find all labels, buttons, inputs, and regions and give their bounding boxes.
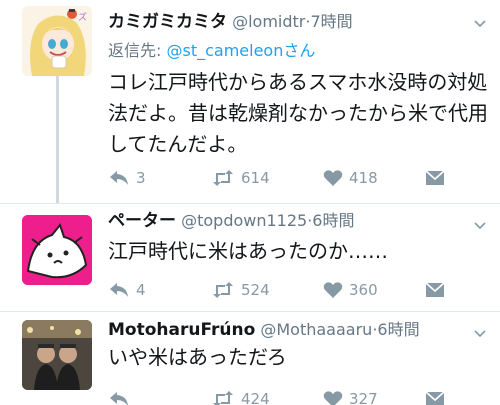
like-count: 418	[349, 169, 378, 187]
user-handle[interactable]: @topdown1125	[181, 211, 307, 230]
reply-context: 返信先: @st_cameleonさん	[108, 40, 315, 62]
retweet-button[interactable]: 424	[211, 388, 270, 405]
envelope-icon	[425, 170, 445, 185]
reply-count: 4	[136, 281, 146, 299]
tweet-1[interactable]: ズ カミガミカミタ @lomidtr·7時間 返信先: @st_cameleon…	[0, 0, 500, 203]
retweet-icon	[213, 391, 233, 405]
reply-icon	[110, 392, 128, 405]
retweet-count: 524	[241, 281, 270, 299]
envelope-icon	[425, 391, 445, 405]
avatar[interactable]	[22, 320, 92, 390]
reply-prefix: 返信先:	[108, 41, 167, 60]
timestamp[interactable]: 7時間	[310, 12, 352, 31]
retweet-count: 614	[241, 169, 270, 187]
retweet-icon	[213, 282, 233, 298]
dm-button[interactable]	[425, 388, 445, 405]
like-button[interactable]: 360	[323, 279, 378, 301]
avatar[interactable]: ズ	[22, 6, 92, 76]
heart-icon	[323, 391, 343, 405]
reply-icon	[110, 171, 128, 185]
tweet-actions: 3 614 418	[108, 167, 460, 189]
reply-button[interactable]: 3	[108, 167, 146, 189]
heart-icon	[323, 170, 343, 186]
retweet-icon	[213, 170, 233, 186]
tweet-text: いや米はあっただろ	[108, 345, 287, 369]
tweet-actions: 424 327	[108, 388, 460, 405]
reply-count: 3	[136, 169, 146, 187]
tweet-3[interactable]: MotoharuFrúno @Mothaaaaru·6時間 いや米はあっただろ …	[0, 311, 500, 405]
user-handle[interactable]: @lomidtr	[232, 12, 305, 31]
retweet-button[interactable]: 524	[211, 279, 270, 301]
chevron-down-icon[interactable]	[474, 20, 486, 28]
like-count: 327	[349, 390, 378, 405]
tweet-header: MotoharuFrúno @Mothaaaaru·6時間	[108, 319, 470, 341]
svg-text:ズ: ズ	[78, 11, 87, 23]
thread-line	[56, 74, 59, 203]
tweet-2[interactable]: ペーター @topdown1125·6時間 江戸時代に米はあったのか…… 4 5…	[0, 203, 500, 311]
retweet-count: 424	[241, 390, 270, 405]
like-count: 360	[349, 281, 378, 299]
tweet-header: カミガミカミタ @lomidtr·7時間	[108, 11, 470, 33]
tweet-text: 江戸時代に米はあったのか……	[108, 239, 388, 263]
chevron-down-icon[interactable]	[474, 222, 486, 230]
reply-icon	[110, 283, 128, 297]
tweet-header: ペーター @topdown1125·6時間	[108, 210, 470, 232]
reply-target-link[interactable]: @st_cameleonさん	[166, 41, 315, 60]
dm-button[interactable]	[425, 167, 445, 189]
envelope-icon	[425, 282, 445, 297]
retweet-button[interactable]: 614	[211, 167, 270, 189]
display-name[interactable]: カミガミカミタ	[108, 12, 227, 32]
timestamp[interactable]: 6時間	[377, 320, 419, 339]
tweet-actions: 4 524 360	[108, 279, 460, 301]
timestamp[interactable]: 6時間	[312, 211, 354, 230]
display-name[interactable]: MotoharuFrúno	[108, 320, 255, 340]
dm-button[interactable]	[425, 279, 445, 301]
chevron-down-icon[interactable]	[474, 330, 486, 338]
user-handle[interactable]: @Mothaaaaru	[260, 320, 372, 339]
reply-button[interactable]: 4	[108, 279, 146, 301]
avatar[interactable]	[22, 215, 92, 285]
like-button[interactable]: 418	[323, 167, 378, 189]
like-button[interactable]: 327	[323, 388, 378, 405]
tweet-text: コレ江戸時代からあるスマホ水没時の対処法だよ。昔は乾燥剤なかったから米で代用して…	[108, 70, 488, 156]
heart-icon	[323, 282, 343, 298]
display-name[interactable]: ペーター	[108, 211, 176, 231]
reply-button[interactable]	[108, 388, 136, 405]
